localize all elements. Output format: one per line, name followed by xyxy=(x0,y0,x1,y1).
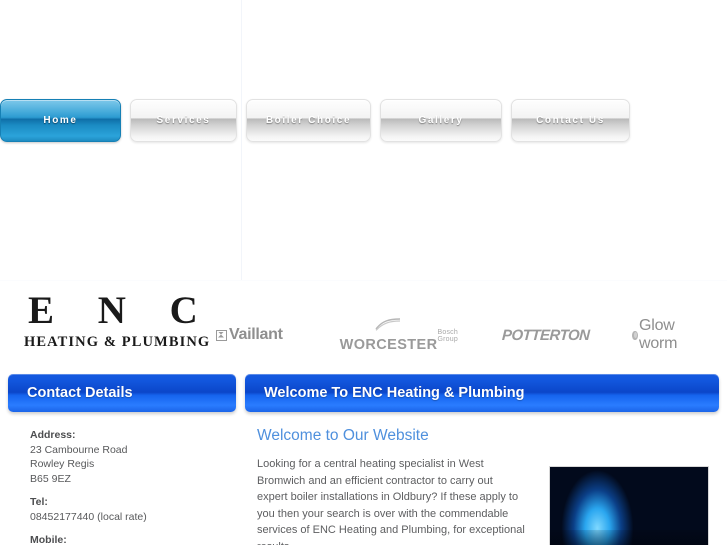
address-line-2: Rowley Regis xyxy=(30,458,95,470)
sidebar-column: Contact Details Address: 23 Cambourne Ro… xyxy=(8,374,236,545)
main-column: Welcome To ENC Heating & Plumbing Welcom… xyxy=(245,374,719,545)
address-line-1: 23 Cambourne Road xyxy=(30,443,128,456)
nav-item-contact-us-label: Contact Us xyxy=(536,115,605,126)
mobile-label: Mobile: xyxy=(30,534,67,545)
main-heading: Welcome To ENC Heating & Plumbing xyxy=(264,385,525,401)
nav-item-services[interactable]: Services xyxy=(130,99,237,142)
contact-address-block: Address: 23 Cambourne Road Rowley Regis … xyxy=(30,428,226,486)
nav-item-contact-us[interactable]: Contact Us xyxy=(511,99,630,142)
address-line-3: B65 9EZ xyxy=(30,472,71,485)
brand-logo-potterton: POTTERTON xyxy=(502,327,590,344)
nav-item-gallery-label: Gallery xyxy=(418,115,464,126)
sidebar-heading: Contact Details xyxy=(27,385,133,401)
nav-item-services-label: Services xyxy=(156,115,211,126)
brand-label-worcester: WORCESTER xyxy=(339,336,438,353)
sidebar-panel-header: Contact Details xyxy=(8,374,236,412)
contact-mobile-block: Mobile: +44.7759815831 xyxy=(30,533,226,545)
brand-logo-strip: Vaillant WORCESTER Bosch Group POTTERTON… xyxy=(214,317,719,353)
main-panel-header: Welcome To ENC Heating & Plumbing xyxy=(245,374,719,412)
site-logo[interactable]: E N C HEATING & PLUMBING xyxy=(22,289,215,351)
gas-flame-image xyxy=(549,466,709,545)
brand-logo-vaillant: Vaillant xyxy=(216,326,283,344)
nav-item-boiler-choice-label: Boiler Choice xyxy=(265,115,352,126)
tel-label: Tel: xyxy=(30,496,48,508)
nav-item-home-label: Home xyxy=(43,115,78,126)
welcome-section-text: Looking for a central heating specialist… xyxy=(257,458,525,545)
nav-item-boiler-choice[interactable]: Boiler Choice xyxy=(246,99,371,142)
main-navigation: Home Services Boiler Choice Gallery Cont… xyxy=(0,99,727,143)
page-root: Home Services Boiler Choice Gallery Cont… xyxy=(0,0,727,545)
banner-section: Home Services Boiler Choice Gallery Cont… xyxy=(0,0,727,281)
welcome-section-title: Welcome to Our Website xyxy=(257,427,429,444)
contact-tel-block: Tel: 08452177440 (local rate) xyxy=(30,495,226,524)
glow-worm-dot2-icon xyxy=(633,332,637,338)
brand-label-vaillant: Vaillant xyxy=(229,326,283,343)
brand-label-potterton: POTTERTON xyxy=(501,326,590,344)
nav-item-gallery[interactable]: Gallery xyxy=(380,99,502,142)
brand-sublabel-worcester: Bosch Group xyxy=(437,329,458,343)
address-label: Address: xyxy=(30,429,76,441)
nav-item-home[interactable]: Home xyxy=(0,99,121,142)
worcester-swoosh-icon xyxy=(374,317,401,335)
contact-details-body: Address: 23 Cambourne Road Rowley Regis … xyxy=(8,412,236,545)
logo-letters: E N C xyxy=(28,289,215,332)
vaillant-mark-icon xyxy=(216,329,227,341)
brand-logo-glow-worm: Glow worm xyxy=(632,317,683,353)
main-content-body: Welcome to Our Website Looking for a cen… xyxy=(245,412,719,545)
logo-subtitle: HEATING & PLUMBING xyxy=(24,334,211,350)
brand-label-glow-worm: Glow worm xyxy=(639,317,678,352)
brand-logo-worcester: WORCESTER Bosch Group xyxy=(339,317,458,353)
tel-value[interactable]: 08452177440 (local rate) xyxy=(30,510,226,525)
